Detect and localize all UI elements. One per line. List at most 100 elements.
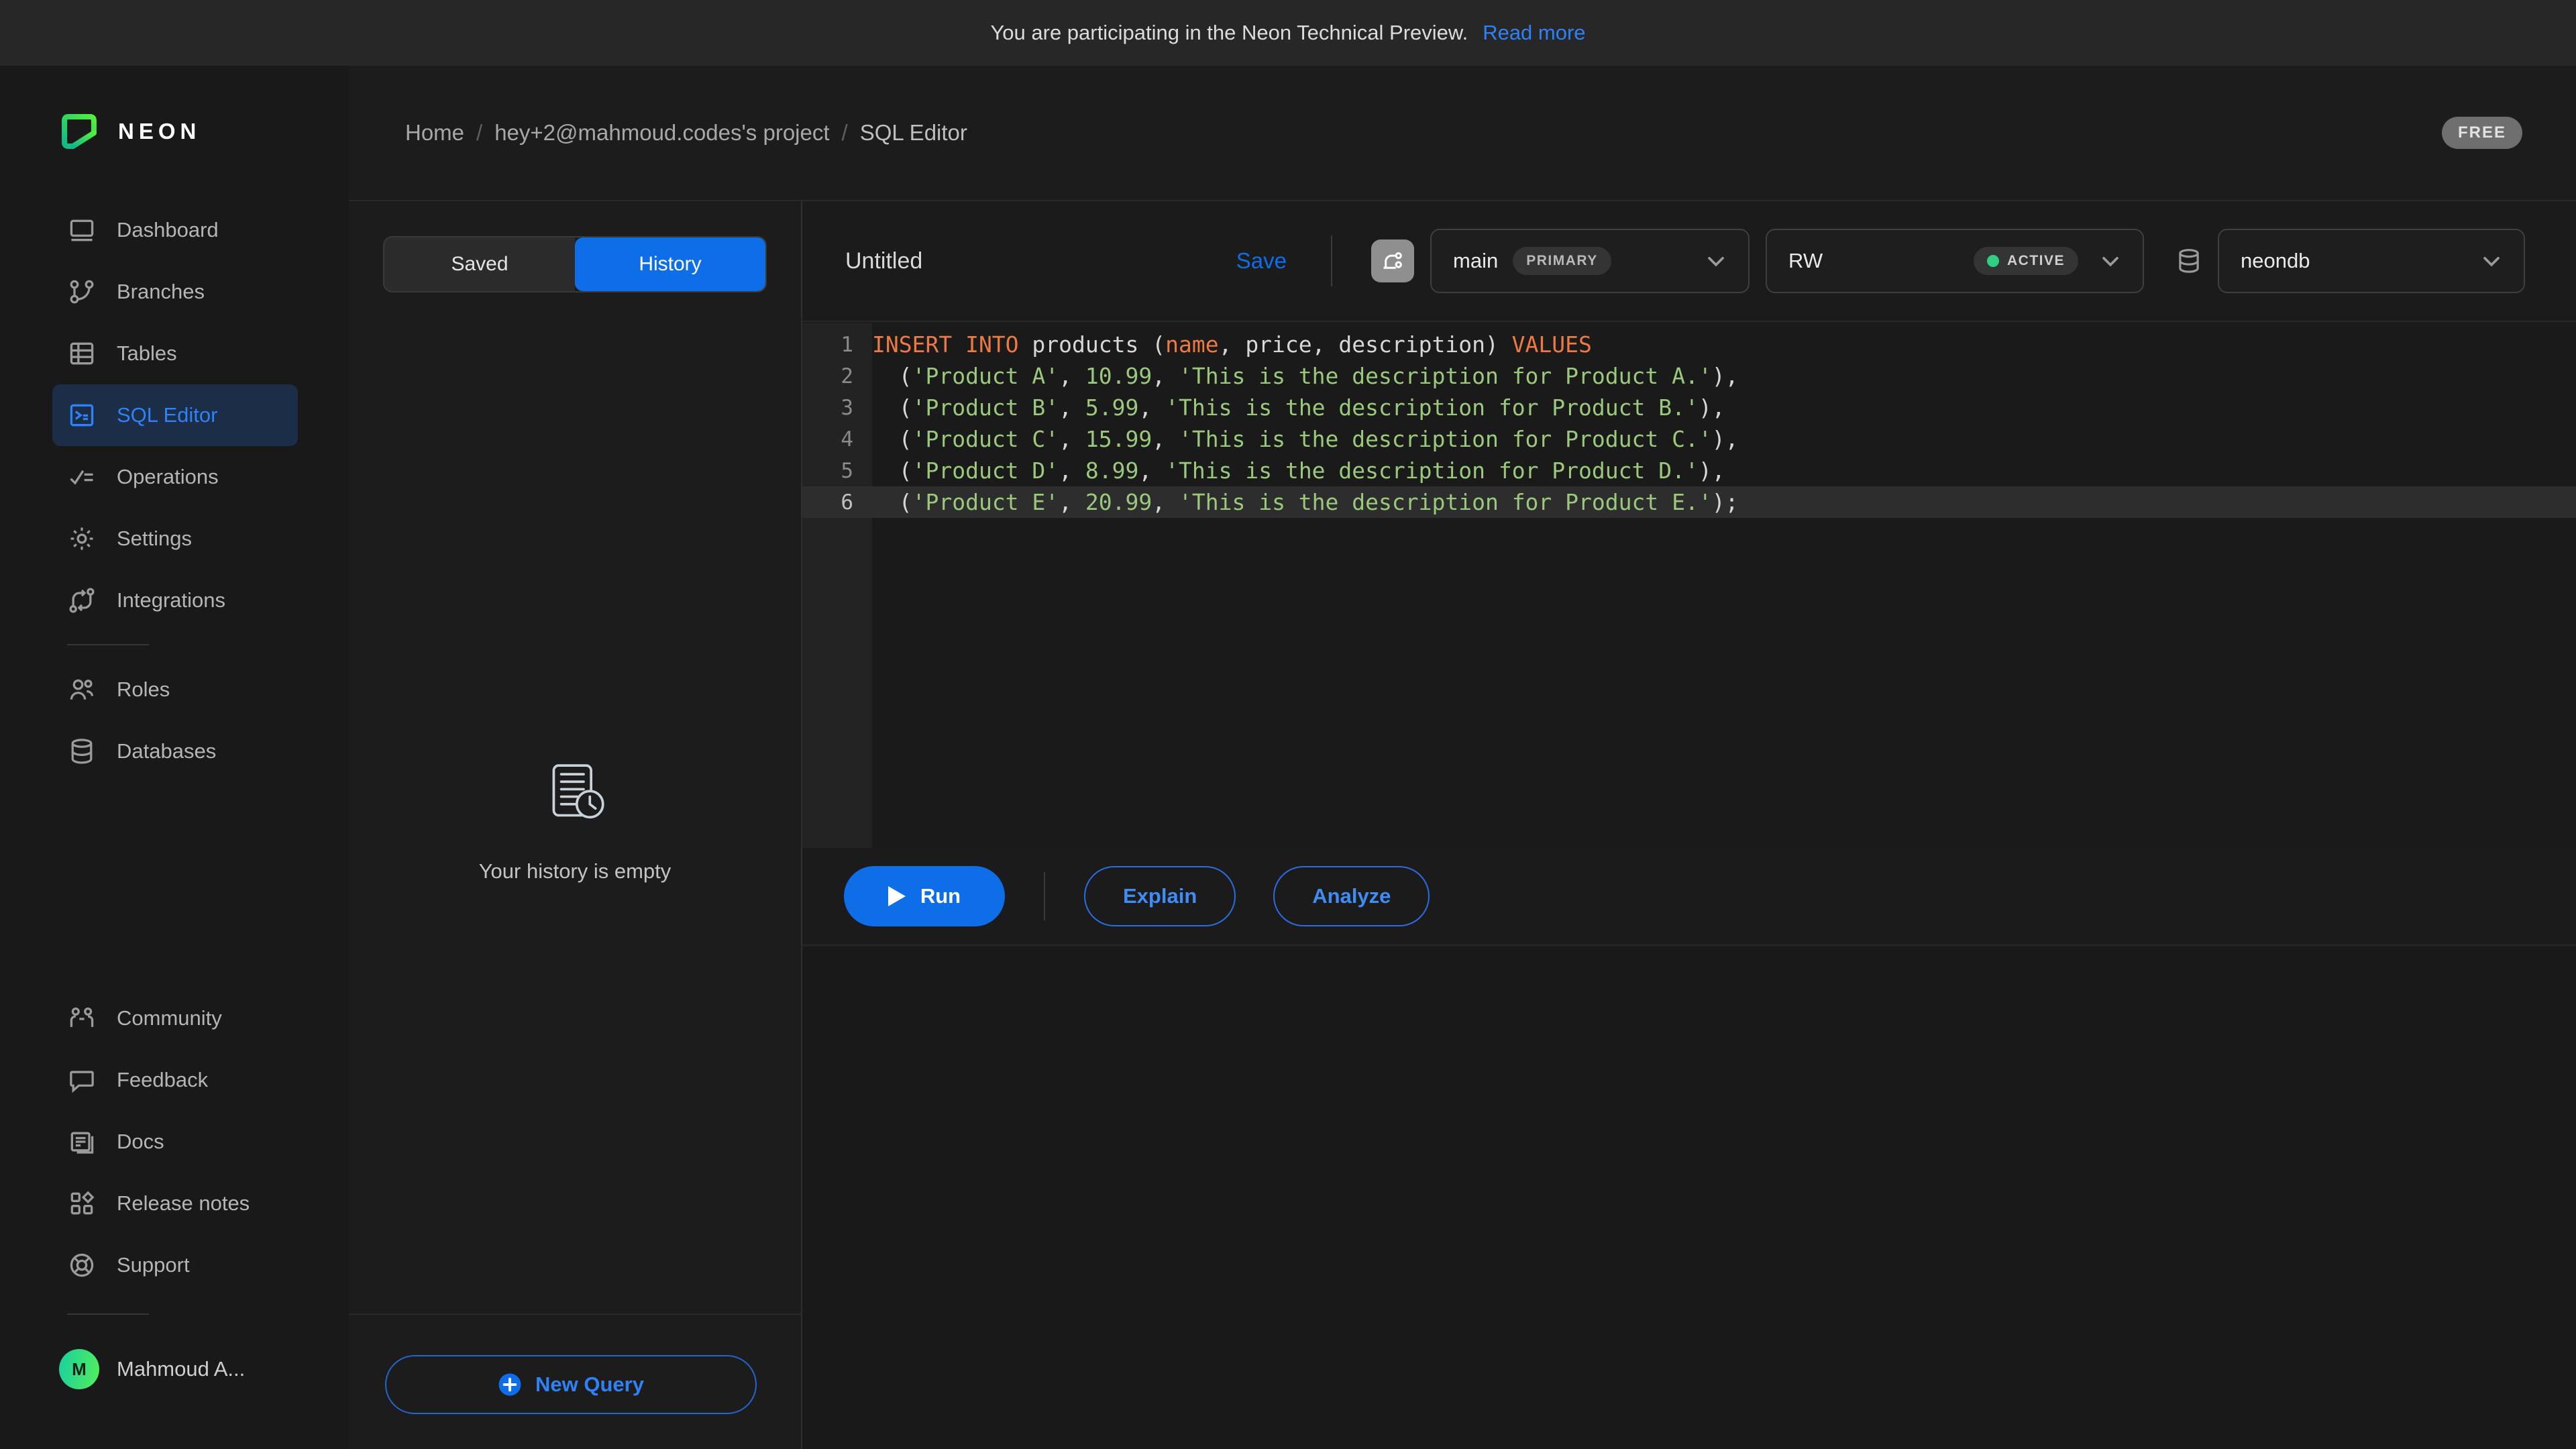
lifebuoy-icon	[67, 1250, 97, 1280]
code-token: );	[1712, 489, 1739, 515]
sidebar-item-label: Tables	[117, 341, 177, 366]
breadcrumb-separator: /	[842, 120, 848, 146]
sidebar-item-dashboard[interactable]: Dashboard	[52, 199, 298, 261]
breadcrumb-project[interactable]: hey+2@mahmoud.codes's project	[494, 120, 829, 146]
breadcrumb: Home / hey+2@mahmoud.codes's project / S…	[405, 120, 967, 146]
user-menu[interactable]: M Mahmoud A...	[59, 1349, 349, 1389]
code-token: ,	[1059, 489, 1085, 515]
release-notes-icon	[67, 1189, 97, 1218]
sidebar-item-settings[interactable]: Settings	[52, 508, 298, 570]
query-title[interactable]: Untitled	[845, 248, 922, 274]
plus-icon	[498, 1373, 522, 1397]
tables-icon	[67, 339, 97, 368]
docs-icon	[67, 1127, 97, 1157]
code-line[interactable]: 2 ('Product A', 10.99, 'This is the desc…	[802, 360, 2576, 392]
sidebar-item-label: Dashboard	[117, 218, 219, 242]
neon-logo[interactable]: NEON	[59, 111, 349, 152]
panel-divider	[349, 1313, 801, 1315]
sidebar-item-feedback[interactable]: Feedback	[52, 1049, 298, 1111]
dashboard-icon	[67, 215, 97, 245]
code-text: ('Product C', 15.99, 'This is the descri…	[872, 426, 1738, 452]
sidebar-item-community[interactable]: Community	[52, 987, 298, 1049]
gear-icon	[67, 524, 97, 553]
database-selector[interactable]: neondb	[2218, 229, 2525, 293]
analyze-button[interactable]: Analyze	[1273, 866, 1430, 926]
history-empty-message: Your history is empty	[349, 859, 801, 883]
code-line[interactable]: 4 ('Product C', 15.99, 'This is the desc…	[802, 423, 2576, 455]
code-token: products (	[1019, 331, 1166, 358]
code-text: ('Product E', 20.99, 'This is the descri…	[872, 489, 1738, 515]
code-text: INSERT INTO products (name, price, descr…	[872, 331, 1592, 358]
read-more-link[interactable]: Read more	[1483, 21, 1585, 45]
sidebar-bottom-group: Community Feedback Docs	[0, 987, 349, 1389]
code-token: 10.99	[1085, 363, 1152, 389]
save-button[interactable]: Save	[1236, 248, 1287, 274]
actions-divider	[1044, 872, 1045, 920]
editor-toolbar: Untitled Save main PRIMARY RW ACTIVE neo…	[802, 201, 2576, 322]
sidebar-item-label: Feedback	[117, 1068, 208, 1092]
code-token: 'This is the description for Product B.'	[1165, 394, 1699, 421]
new-query-button[interactable]: New Query	[385, 1355, 757, 1414]
code-token: 'This is the description for Product C.'	[1179, 426, 1712, 452]
code-line[interactable]: 1INSERT INTO products (name, price, desc…	[802, 329, 2576, 360]
breadcrumb-home[interactable]: Home	[405, 120, 464, 146]
compute-selector[interactable]: RW ACTIVE	[1766, 229, 2144, 293]
code-line[interactable]: 5 ('Product D', 8.99, 'This is the descr…	[802, 455, 2576, 486]
history-empty-icon	[540, 758, 610, 828]
active-badge-label: ACTIVE	[2007, 253, 2065, 269]
history-empty-state: Your history is empty	[349, 758, 801, 883]
chevron-down-icon	[2478, 248, 2505, 274]
code-text: ('Product D', 8.99, 'This is the descrip…	[872, 458, 1725, 484]
page-header: Home / hey+2@mahmoud.codes's project / S…	[349, 66, 2576, 201]
sidebar-item-support[interactable]: Support	[52, 1234, 298, 1296]
code-token: 5.99	[1085, 394, 1138, 421]
community-icon	[67, 1004, 97, 1033]
code-token: ,	[1059, 363, 1085, 389]
explain-button[interactable]: Explain	[1084, 866, 1236, 926]
breadcrumb-current-page: SQL Editor	[860, 120, 967, 146]
code-line[interactable]: 3 ('Product B', 5.99, 'This is the descr…	[802, 392, 2576, 423]
sidebar-divider	[67, 1313, 149, 1315]
code-token: (	[872, 489, 912, 515]
run-button[interactable]: Run	[844, 866, 1005, 926]
sidebar-item-roles[interactable]: Roles	[52, 659, 298, 720]
play-icon	[888, 886, 906, 906]
code-token: ),	[1712, 363, 1739, 389]
code-token: ,	[1138, 394, 1165, 421]
sidebar-item-operations[interactable]: Operations	[52, 446, 298, 508]
tab-history[interactable]: History	[575, 237, 765, 291]
branch-compute-icon[interactable]	[1371, 239, 1414, 282]
technical-preview-banner: You are participating in the Neon Techni…	[0, 0, 2576, 66]
sidebar-item-tables[interactable]: Tables	[52, 323, 298, 384]
sidebar-item-sql-editor[interactable]: SQL Editor	[52, 384, 298, 446]
code-line[interactable]: 6 ('Product E', 20.99, 'This is the desc…	[802, 486, 2576, 518]
sidebar-item-integrations[interactable]: Integrations	[52, 570, 298, 631]
code-token: INSERT INTO	[872, 331, 1019, 358]
code-token: ,	[1059, 458, 1085, 484]
sidebar-item-databases[interactable]: Databases	[52, 720, 298, 782]
code-token: 'This is the description for Product A.'	[1179, 363, 1712, 389]
code-token: 'Product E'	[912, 489, 1059, 515]
code-text: ('Product A', 10.99, 'This is the descri…	[872, 363, 1738, 389]
sidebar-item-release-notes[interactable]: Release notes	[52, 1173, 298, 1234]
tab-saved[interactable]: Saved	[384, 237, 575, 291]
sidebar-item-label: Community	[117, 1006, 222, 1030]
database-name: neondb	[2241, 249, 2310, 273]
code-token: 'Product C'	[912, 426, 1059, 452]
sidebar-item-branches[interactable]: Branches	[52, 261, 298, 323]
sql-code-editor[interactable]: 1INSERT INTO products (name, price, desc…	[802, 323, 2576, 848]
branch-selector[interactable]: main PRIMARY	[1430, 229, 1750, 293]
code-text: ('Product B', 5.99, 'This is the descrip…	[872, 394, 1725, 421]
results-area	[802, 947, 2576, 1449]
code-token: (	[872, 363, 912, 389]
code-lines: 1INSERT INTO products (name, price, desc…	[802, 329, 2576, 518]
code-token: ,	[1059, 394, 1085, 421]
code-token: 'This is the description for Product E.'	[1179, 489, 1712, 515]
line-number: 2	[802, 364, 872, 388]
sidebar-item-docs[interactable]: Docs	[52, 1111, 298, 1173]
code-token: ,	[1152, 426, 1179, 452]
database-icon	[67, 737, 97, 766]
line-number: 5	[802, 459, 872, 483]
sidebar-item-label: Databases	[117, 739, 216, 763]
code-token: 15.99	[1085, 426, 1152, 452]
